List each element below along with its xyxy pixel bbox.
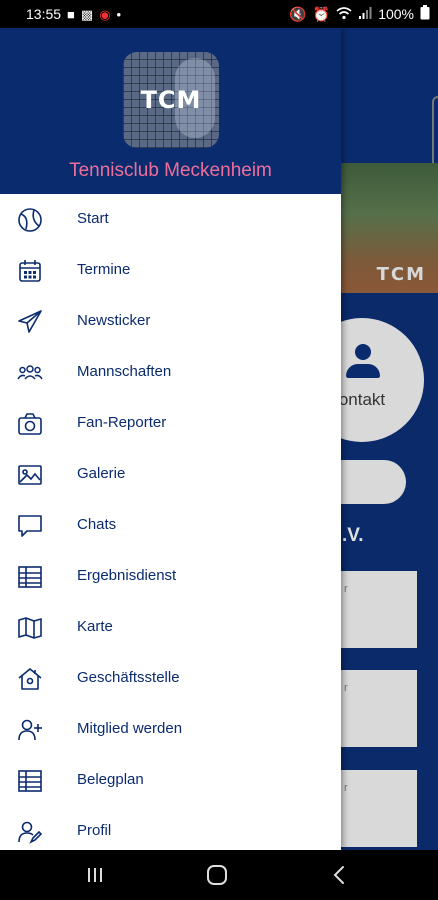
menu-item-galerie[interactable]: Galerie xyxy=(0,449,341,500)
alarm-icon: ⏰ xyxy=(312,5,331,22)
menu-item-label: Fan-Reporter xyxy=(77,414,167,431)
menu-item-label: Ergebnisdienst xyxy=(77,567,177,584)
menu-item-chats[interactable]: Chats xyxy=(0,500,341,551)
card-snippet: r xyxy=(344,782,348,794)
menu-item-termine[interactable]: Termine xyxy=(0,245,341,296)
team-icon xyxy=(17,360,43,386)
menu-item-mannschaften[interactable]: Mannschaften xyxy=(0,347,341,398)
menu-item-fan-reporter[interactable]: Fan-Reporter xyxy=(0,398,341,449)
menu-item-label: Galerie xyxy=(77,465,126,482)
menu-item-belegplan[interactable]: Belegplan xyxy=(0,755,341,806)
user-edit-icon xyxy=(17,819,43,845)
menu-item-start[interactable]: Start xyxy=(0,194,341,245)
camera-icon xyxy=(17,411,43,437)
drawer-menu: Start Termine Newsticker Mannschaften Fa… xyxy=(0,194,341,850)
menu-item-label: Start xyxy=(77,210,109,227)
menu-item-label: Profil xyxy=(77,822,112,839)
menu-item-label: Belegplan xyxy=(77,771,144,788)
status-time: 13:55 xyxy=(26,6,62,22)
record-icon: ◉ xyxy=(99,6,111,22)
club-logo-text: TCM xyxy=(140,86,202,114)
card-snippet: r xyxy=(344,682,348,694)
menu-item-label: Termine xyxy=(77,261,131,278)
image-icon xyxy=(17,462,43,488)
drawer-header: TCM Tennisclub Meckenheim xyxy=(0,28,341,194)
menu-item-newsticker[interactable]: Newsticker xyxy=(0,296,341,347)
back-button[interactable] xyxy=(328,863,352,887)
navigation-drawer: TCM Tennisclub Meckenheim Start Termine … xyxy=(0,28,341,850)
menu-item-profil[interactable]: Profil xyxy=(0,806,341,850)
menu-item-label: Newsticker xyxy=(77,312,151,329)
menu-item-label: Chats xyxy=(77,516,117,533)
paper-plane-icon xyxy=(17,309,43,335)
signal-icon xyxy=(358,6,372,23)
menu-item-karte[interactable]: Karte xyxy=(0,602,341,653)
home-button[interactable] xyxy=(205,863,229,887)
mute-icon: 🔇 xyxy=(289,5,307,22)
menu-item-label: Karte xyxy=(77,618,113,635)
card-snippet: r xyxy=(344,583,348,595)
background-section-text: .V. xyxy=(342,525,364,546)
table-icon xyxy=(17,768,43,794)
chat-bubble-icon xyxy=(17,513,43,539)
recent-apps-button[interactable] xyxy=(83,863,107,887)
menu-item-label: Mannschaften xyxy=(77,363,172,380)
status-bar: 13:55 ■ ▩ ◉ • 🔇 ⏰ 100% xyxy=(0,0,438,28)
wifi-icon xyxy=(336,6,352,23)
notification-icon: ■ xyxy=(67,6,75,22)
system-nav-bar xyxy=(0,850,438,900)
menu-item-label: Mitglied werden xyxy=(77,720,183,737)
menu-item-geschaeftsstelle[interactable]: Geschäftsstelle xyxy=(0,653,341,704)
club-name: Tennisclub Meckenheim xyxy=(69,160,272,181)
menu-item-ergebnisdienst[interactable]: Ergebnisdienst xyxy=(0,551,341,602)
message-icon: ▩ xyxy=(80,6,94,22)
house-icon xyxy=(17,666,43,692)
battery-icon xyxy=(420,5,430,23)
club-logo: TCM xyxy=(123,52,219,148)
dot-icon: • xyxy=(116,6,122,22)
calendar-icon xyxy=(17,258,43,284)
person-icon xyxy=(346,344,380,380)
menu-item-label: Geschäftsstelle xyxy=(77,669,180,686)
map-icon xyxy=(17,615,43,641)
background-photo-logo: TCM xyxy=(376,264,426,285)
add-user-icon xyxy=(17,717,43,743)
tennis-ball-icon xyxy=(17,207,43,233)
table-icon xyxy=(17,564,43,590)
menu-item-mitglied-werden[interactable]: Mitglied werden xyxy=(0,704,341,755)
battery-level: 100% xyxy=(378,6,414,22)
